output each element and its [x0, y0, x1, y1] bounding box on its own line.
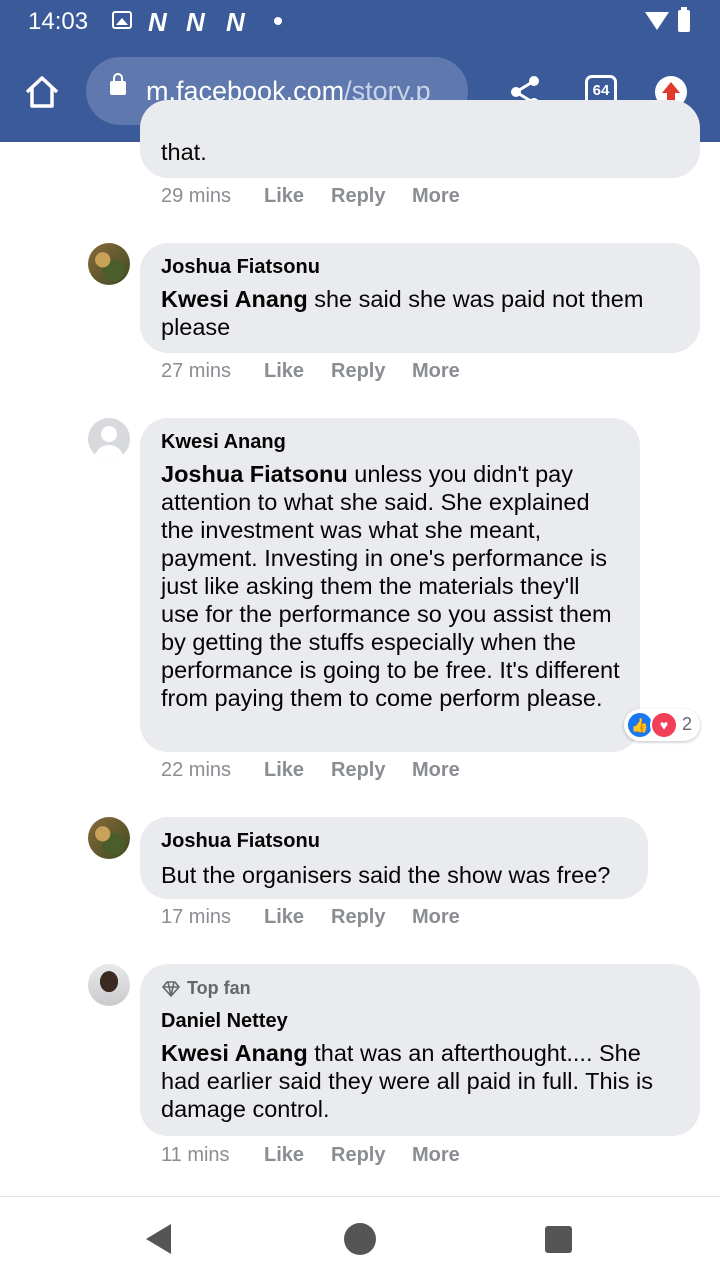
comment-bubble: Joshua Fiatsonu Kwesi Anang she said she…: [140, 243, 700, 353]
recents-icon[interactable]: [545, 1226, 572, 1253]
more-button[interactable]: More: [412, 185, 460, 208]
top-fan-badge: Top fan: [161, 976, 680, 1003]
comment-text: Kwesi Anang she said she was paid not th…: [161, 285, 680, 341]
notification-n-icon: N: [186, 7, 205, 37]
reply-button[interactable]: Reply: [331, 1144, 385, 1167]
comment-author[interactable]: Kwesi Anang: [161, 430, 620, 454]
system-nav-bar: [0, 1196, 720, 1281]
like-button[interactable]: Like: [264, 185, 304, 208]
comment-bubble: Top fan Daniel Nettey Kwesi Anang that w…: [140, 964, 700, 1136]
avatar[interactable]: [88, 817, 130, 859]
battery-icon: [678, 7, 690, 32]
comment-author[interactable]: Joshua Fiatsonu: [161, 255, 680, 279]
comment-text: Joshua Fiatsonu unless you didn't pay at…: [161, 460, 620, 712]
comment-text: But the organisers said the show was fre…: [161, 862, 611, 888]
notification-n-icon: N: [148, 7, 167, 37]
reply-button[interactable]: Reply: [331, 185, 385, 208]
comment-time: 22 mins: [161, 759, 232, 781]
home-nav-icon[interactable]: [344, 1223, 376, 1255]
avatar[interactable]: [88, 243, 130, 285]
reply-button[interactable]: Reply: [331, 906, 385, 929]
gallery-notification-icon: [112, 11, 132, 29]
reply-button[interactable]: Reply: [331, 759, 385, 782]
more-button[interactable]: More: [412, 360, 460, 383]
comment-mention[interactable]: Kwesi Anang: [161, 1040, 308, 1066]
notification-n-icon: N: [226, 7, 245, 37]
comment-time: 17 mins: [161, 906, 232, 928]
avatar[interactable]: [88, 418, 130, 460]
comment-bubble: Kwesi Anang Joshua Fiatsonu unless you d…: [140, 418, 640, 752]
comment-author[interactable]: Daniel Nettey: [161, 1009, 680, 1033]
like-button[interactable]: Like: [264, 1144, 304, 1167]
more-button[interactable]: More: [412, 906, 460, 929]
comment-author[interactable]: Joshua Fiatsonu: [161, 829, 628, 853]
comment-bubble: that.: [140, 100, 700, 178]
reaction-count: 2: [682, 714, 693, 734]
like-button[interactable]: Like: [264, 759, 304, 782]
more-button[interactable]: More: [412, 759, 460, 782]
wifi-icon: [645, 12, 669, 30]
diamond-icon: [161, 979, 181, 1003]
reply-button[interactable]: Reply: [331, 360, 385, 383]
comment-mention[interactable]: Kwesi Anang: [161, 286, 308, 312]
more-notifications-dot: [274, 17, 282, 25]
top-fan-label: Top fan: [187, 978, 251, 998]
comment-mention[interactable]: Joshua Fiatsonu: [161, 461, 348, 487]
like-button[interactable]: Like: [264, 360, 304, 383]
comment-time: 29 mins: [161, 185, 232, 207]
comment-time: 11 mins: [161, 1144, 230, 1166]
love-reaction-icon: ♥: [650, 711, 678, 739]
comment-body: unless you didn't pay attention to what …: [161, 461, 620, 711]
status-time: 14:03: [28, 8, 89, 35]
comment-text: Kwesi Anang that was an afterthought....…: [161, 1039, 680, 1123]
back-icon[interactable]: [146, 1224, 171, 1254]
comment-bubble: Joshua Fiatsonu But the organisers said …: [140, 817, 648, 899]
comment-time: 27 mins: [161, 360, 232, 382]
comment-text: that.: [161, 139, 207, 165]
home-icon[interactable]: [22, 72, 62, 112]
more-button[interactable]: More: [412, 1144, 460, 1167]
avatar[interactable]: [88, 964, 130, 1006]
reactions-summary[interactable]: 👍 ♥ 2: [624, 709, 700, 741]
status-bar: 14:03 N N N: [0, 0, 720, 44]
like-button[interactable]: Like: [264, 906, 304, 929]
lock-icon: [110, 73, 126, 95]
